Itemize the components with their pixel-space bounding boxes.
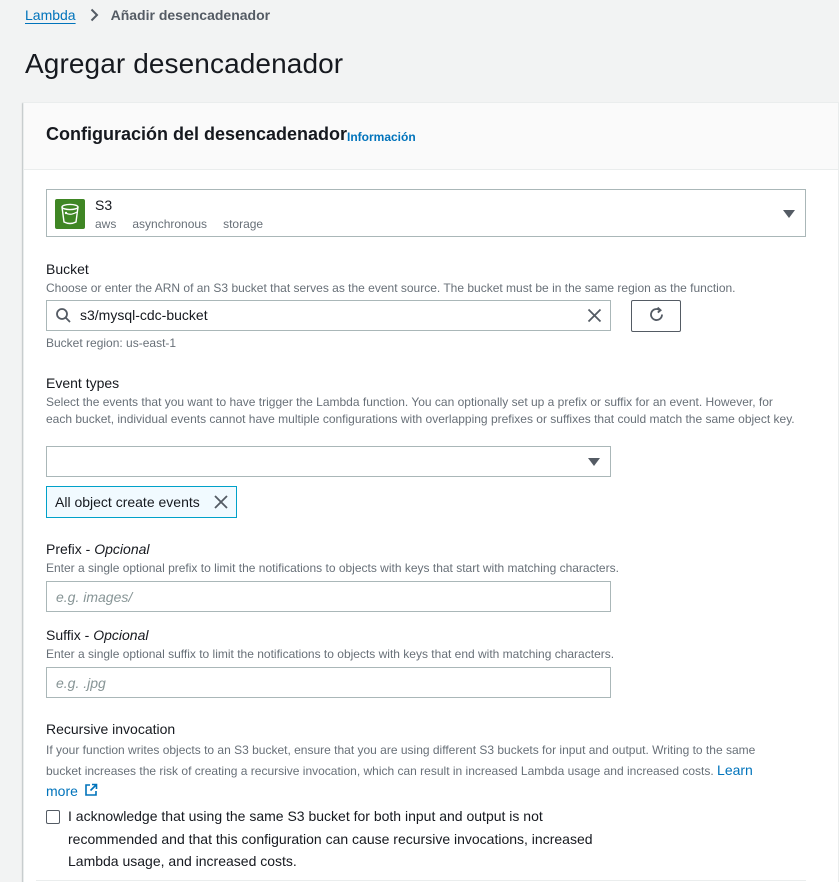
refresh-icon: [648, 306, 665, 326]
trigger-tag: asynchronous: [132, 217, 208, 231]
acknowledge-checkbox[interactable]: [46, 810, 60, 824]
panel-title: Configuración del desencadenador: [46, 124, 348, 144]
trigger-source-select[interactable]: S3 aws asynchronous storage: [46, 189, 806, 237]
suffix-label: Suffix - Opcional: [46, 627, 149, 643]
clear-icon[interactable]: [587, 308, 602, 323]
refresh-button[interactable]: [631, 300, 681, 332]
trigger-name: S3: [95, 197, 113, 213]
recursive-description-text: If your function writes objects to an S3…: [46, 743, 756, 778]
trigger-tag: storage: [223, 217, 264, 231]
trigger-tags: aws asynchronous storage: [95, 217, 263, 231]
acknowledge-label: I acknowledge that using the same S3 buc…: [68, 808, 593, 869]
prefix-description: Enter a single optional prefix to limit …: [46, 561, 619, 575]
caret-down-icon: [588, 458, 600, 466]
page-title: Agregar desencadenador: [25, 48, 344, 79]
recursive-label: Recursive invocation: [46, 721, 176, 737]
prefix-input[interactable]: e.g. images/: [46, 581, 611, 612]
bucket-search-input[interactable]: s3/mysql-cdc-bucket: [46, 300, 611, 331]
prefix-label: Prefix - Opcional: [46, 541, 150, 557]
bucket-region: Bucket region: us-east-1: [46, 336, 177, 350]
external-link-icon: [84, 782, 98, 802]
token-label: All object create events: [55, 494, 200, 510]
event-types-select[interactable]: [46, 446, 611, 477]
suffix-placeholder: e.g. .jpg: [56, 675, 106, 691]
bucket-description: Choose or enter the ARN of an S3 bucket …: [46, 281, 736, 295]
breadcrumb: Lambda Añadir desencadenador: [25, 7, 270, 23]
prefix-optional: Opcional: [94, 541, 150, 557]
trigger-tag: aws: [95, 217, 117, 231]
suffix-input[interactable]: e.g. .jpg: [46, 667, 611, 698]
bucket-value: s3/mysql-cdc-bucket: [80, 307, 208, 323]
suffix-label-text: Suffix: [46, 627, 81, 643]
panel-header: Configuración del desencadenador Informa…: [24, 103, 838, 170]
divider: [36, 880, 806, 881]
bucket-label: Bucket: [46, 261, 89, 277]
search-icon: [55, 307, 72, 324]
s3-bucket-icon: [55, 199, 85, 229]
remove-token-icon[interactable]: [213, 494, 229, 513]
event-type-token: All object create events: [46, 486, 237, 518]
trigger-configuration-panel: Configuración del desencadenador Informa…: [23, 102, 839, 882]
chevron-right-icon: [90, 8, 99, 22]
suffix-description: Enter a single optional suffix to limit …: [46, 647, 615, 661]
suffix-optional: Opcional: [93, 627, 149, 643]
prefix-placeholder: e.g. images/: [56, 589, 133, 605]
event-types-label: Event types: [46, 375, 120, 391]
prefix-label-text: Prefix: [46, 541, 82, 557]
breadcrumb-current: Añadir desencadenador: [110, 7, 271, 23]
recursive-description: If your function writes objects to an S3…: [46, 740, 786, 802]
info-link[interactable]: Información: [347, 130, 416, 144]
breadcrumb-lambda-link[interactable]: Lambda: [25, 7, 76, 23]
caret-down-icon: [783, 210, 795, 218]
event-types-description: Select the events that you want to have …: [46, 395, 795, 426]
